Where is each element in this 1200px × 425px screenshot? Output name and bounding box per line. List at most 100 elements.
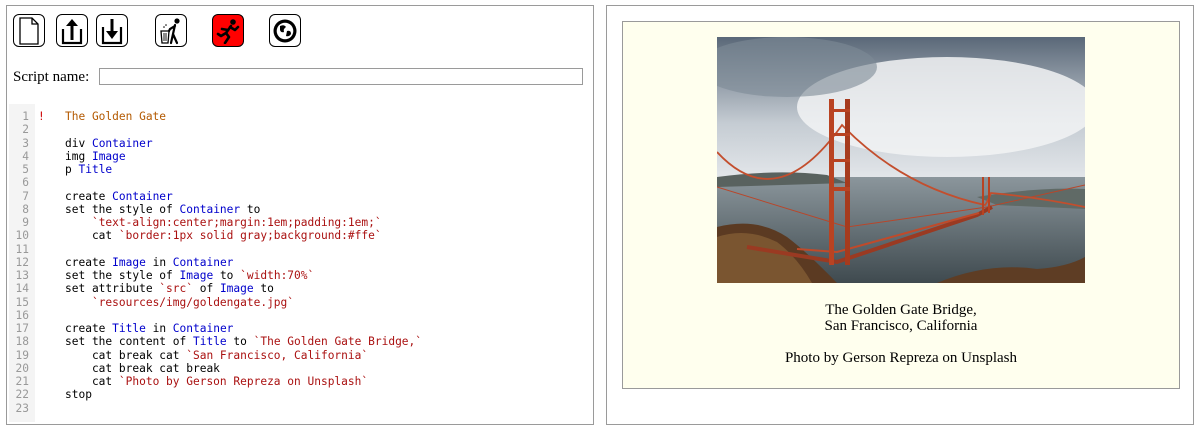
new-file-icon: [19, 16, 39, 45]
line-number: 12: [15, 255, 29, 269]
code-token: of: [192, 282, 220, 296]
code-token: Title: [192, 335, 227, 349]
code-text: The Golden Gate: [65, 110, 166, 123]
code-token: p: [65, 163, 79, 176]
code-text: set the content of Title to `The Golden …: [65, 335, 422, 348]
line-number: 10: [15, 229, 29, 243]
script-name-label: Script name:: [13, 69, 90, 85]
code-token: Image: [219, 282, 254, 296]
code-token: Container: [172, 322, 234, 335]
code-text: create Title in Container: [65, 322, 233, 335]
code-token: `San Francisco, California`: [186, 348, 369, 362]
code-token: Container: [179, 202, 241, 216]
code-text: cat `border:1px solid gray;background:#f…: [65, 229, 382, 242]
code-token: The Golden Gate: [65, 110, 167, 123]
line-number: 3: [22, 136, 29, 150]
code-token: Image: [112, 255, 146, 269]
code-text: stop: [65, 388, 92, 401]
code-token: set the style of: [65, 269, 180, 282]
new-file-button[interactable]: [13, 14, 45, 47]
code-token: `resources/img/goldengate.jpg`: [91, 295, 295, 309]
line-number: 20: [15, 361, 29, 375]
code-token: div: [65, 136, 92, 150]
code-token: `width:70%`: [240, 269, 315, 282]
line-number: 5: [22, 163, 29, 176]
code-text: `text-align:center;margin:1em;padding:1e…: [65, 216, 382, 229]
code-token: in: [145, 322, 173, 335]
code-token: cat: [65, 375, 119, 388]
upload-icon: [61, 18, 83, 44]
code-text: set the style of Container to: [65, 203, 260, 216]
line-number: 14: [15, 282, 29, 296]
code-token: set the style of: [65, 202, 180, 216]
code-token: `border:1px solid gray;background:#ffe`: [118, 229, 382, 243]
line-number: 16: [15, 308, 29, 322]
code-token: cat break cat: [65, 348, 187, 362]
code-token: create: [65, 255, 113, 269]
code-token: cat break cat break: [65, 361, 220, 375]
script-name-input[interactable]: [99, 68, 583, 85]
code-text: create Container: [65, 190, 173, 203]
globe-icon: [273, 19, 297, 42]
code-token: stop: [65, 388, 92, 402]
code-token: img: [65, 149, 92, 163]
code-token: Image: [179, 269, 214, 282]
line-number: 6: [22, 176, 29, 190]
code-text: set attribute `src` of Image to: [65, 282, 274, 295]
delete-button[interactable]: [155, 14, 187, 47]
code-text: cat break cat `San Francisco, California…: [65, 349, 368, 362]
caption-line-1: The Golden Gate Bridge,: [825, 302, 977, 318]
code-text: cat break cat break: [65, 362, 220, 375]
code-token: create: [65, 322, 113, 335]
code-token: `The Golden Gate Bridge,`: [253, 335, 423, 349]
line-marker: !: [38, 110, 45, 123]
line-number: 8: [22, 202, 29, 216]
line-number: 21: [15, 375, 29, 388]
line-number: 11: [15, 242, 29, 256]
code-editor[interactable]: 1! The Golden Gate 2 3 div Container 4 img Ima…: [9, 104, 593, 422]
code-text: set the style of Image to `width:70%`: [65, 269, 314, 282]
line-number: 22: [15, 388, 29, 402]
code-token: cat: [65, 229, 119, 243]
code-text: `resources/img/goldengate.jpg`: [65, 296, 294, 309]
code-text: cat `Photo by Gerson Repreza on Unsplash…: [65, 375, 368, 388]
code-token: Title: [78, 163, 113, 176]
line-number: 19: [15, 348, 29, 362]
code-token: to: [240, 202, 261, 216]
code-token: set attribute: [65, 282, 160, 296]
code-text: p Title: [65, 163, 112, 176]
code-token: in: [145, 255, 173, 269]
code-token: Title: [112, 322, 146, 335]
code-token: Container: [112, 189, 173, 203]
line-number: 4: [22, 149, 29, 163]
code-token: `text-align:center;margin:1em;padding:1e…: [91, 216, 382, 229]
line-number: 18: [15, 335, 29, 349]
code-token: set the content of: [65, 335, 193, 349]
trash-icon: [160, 17, 180, 44]
code-token: to: [226, 335, 254, 349]
line-number: 17: [15, 322, 29, 335]
line-number: 2: [22, 123, 29, 137]
preview-container: The Golden Gate Bridge, San Francisco, C…: [622, 21, 1180, 389]
download-button[interactable]: [96, 14, 128, 47]
line-number: 1: [22, 110, 29, 123]
code-token: Container: [91, 136, 153, 150]
code-token: `src`: [159, 282, 193, 296]
preview-panel: The Golden Gate Bridge, San Francisco, C…: [606, 5, 1194, 425]
line-number: 7: [22, 189, 29, 203]
line-number: 13: [15, 269, 29, 282]
globe-button[interactable]: [269, 14, 301, 47]
code-text: create Image in Container: [65, 256, 233, 269]
run-button[interactable]: [212, 14, 244, 47]
download-icon: [101, 18, 123, 44]
upload-button[interactable]: [56, 14, 88, 47]
code-token: Image: [91, 149, 126, 163]
line-number: 9: [22, 216, 29, 229]
code-token: `Photo by Gerson Repreza on Unsplash`: [118, 375, 369, 388]
editor-panel: Script name: 1! The Golden Gate 2 3 div Cont…: [6, 5, 594, 425]
code-token: to: [213, 269, 241, 282]
run-icon: [216, 18, 240, 44]
code-token: Container: [172, 255, 234, 269]
